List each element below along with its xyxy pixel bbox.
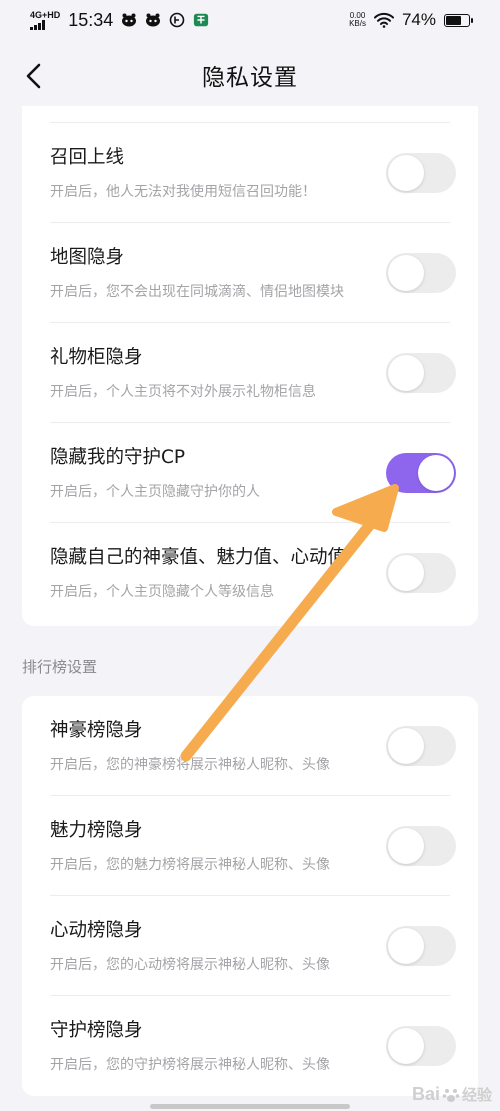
setting-title: 召回上线 <box>50 147 125 168</box>
setting-row: 礼物柜隐身开启后，个人主页将不对外展示礼物柜信息 <box>22 323 478 423</box>
chevron-left-icon <box>26 63 41 89</box>
toggle-knob <box>388 555 424 591</box>
app-logo-icon <box>193 12 209 28</box>
circle-badge-icon <box>169 12 185 28</box>
setting-toggle[interactable] <box>386 1026 456 1066</box>
toggle-knob <box>388 828 424 864</box>
setting-row: 地图隐身开启后，您不会出现在同城滴滴、情侣地图模块 <box>22 223 478 323</box>
setting-title: 心动榜隐身 <box>50 920 143 941</box>
setting-row: 召回上线开启后，他人无法对我使用短信召回功能！ <box>22 123 478 223</box>
status-right: 0.00 KB/s 74% <box>349 10 473 30</box>
watermark-brand: Bai <box>411 1084 440 1104</box>
nav-header: 隐私设置 <box>0 46 500 104</box>
setting-toggle[interactable] <box>386 153 456 193</box>
setting-title: 隐藏自己的神豪值、魅力值、心动值 <box>50 547 347 568</box>
privacy-settings-card: 召回上线 开启后，他人无法对我使用短信召回功能！ 地图隐身 开启后，您不会出现在同城滴… <box>22 106 478 626</box>
setting-description: 开启后，他人无法对我使用短信召回功能！ <box>50 184 316 200</box>
setting-title: 守护榜隐身 <box>50 1020 143 1041</box>
section-label-leaderboard: 排行榜设置 <box>22 658 98 676</box>
battery-fill <box>446 15 461 25</box>
toggle-knob <box>388 155 424 191</box>
network-speed: 0.00 KB/s <box>349 12 366 28</box>
pet-icon <box>145 12 161 28</box>
setting-toggle[interactable] <box>386 926 456 966</box>
setting-description: 开启后，个人主页隐藏个人等级信息 <box>50 584 274 600</box>
setting-row: 心动榜隐身开启后，您的心动榜将展示神秘人昵称、头像 <box>22 896 478 996</box>
watermark: Bai 经验 <box>412 1084 492 1105</box>
speed-unit: KB/s <box>349 19 366 28</box>
battery-percent: 74% <box>401 10 436 29</box>
watermark-suffix: 经验 <box>461 1087 492 1104</box>
setting-description: 开启后，您不会出现在同城滴滴、情侣地图模块 <box>50 284 344 300</box>
setting-description: 开启后，您的心动榜将展示神秘人昵称、头像 <box>50 957 330 973</box>
setting-row: 隐藏我的守护CP 开启后，个人主页隐藏守护你的人 <box>22 423 478 523</box>
signal-icon <box>30 19 45 30</box>
leaderboard-settings-card: 神豪榜隐身开启后，您的神豪榜将展示神秘人昵称、头像魅力榜隐身开启后，您的魅力榜将… <box>22 696 478 1096</box>
setting-title: 地图隐身 <box>50 247 125 268</box>
back-button[interactable] <box>14 56 54 96</box>
setting-toggle[interactable] <box>386 453 456 493</box>
clock: 15:34 <box>68 9 114 30</box>
setting-toggle[interactable] <box>386 253 456 293</box>
status-bar: 4G+HD 15:34 0.00 KB/s 74% <box>0 0 500 40</box>
toggle-knob <box>388 355 424 391</box>
setting-row: 魅力榜隐身开启后，您的魅力榜将展示神秘人昵称、头像 <box>22 796 478 896</box>
setting-description: 开启后，您的神豪榜将展示神秘人昵称、头像 <box>50 757 330 773</box>
setting-description: 开启后，个人主页隐藏守护你的人 <box>50 484 260 500</box>
setting-title: 魅力榜隐身 <box>50 820 143 841</box>
setting-row: 隐藏自己的神豪值、魅力值、心动值开启后，个人主页隐藏个人等级信息 <box>22 523 478 623</box>
toggle-knob <box>388 728 424 764</box>
setting-toggle[interactable] <box>386 826 456 866</box>
toggle-knob <box>388 1028 424 1064</box>
setting-toggle[interactable] <box>386 726 456 766</box>
toggle-knob <box>418 455 454 491</box>
setting-toggle[interactable] <box>386 553 456 593</box>
toggle-knob <box>388 928 424 964</box>
setting-description: 开启后，您的魅力榜将展示神秘人昵称、头像 <box>50 857 330 873</box>
network-indicator: 4G+HD <box>30 9 61 30</box>
setting-title: 隐藏我的守护CP <box>50 447 186 468</box>
pet-icon <box>121 12 137 28</box>
network-type: 4G+HD <box>30 9 61 20</box>
page-title: 隐私设置 <box>202 65 298 91</box>
setting-description: 开启后，您的守护榜将展示神秘人昵称、头像 <box>50 1057 330 1073</box>
home-indicator[interactable] <box>150 1104 350 1109</box>
wifi-icon <box>373 12 394 28</box>
paw-icon <box>442 1086 460 1104</box>
setting-toggle[interactable] <box>386 353 456 393</box>
setting-title: 礼物柜隐身 <box>50 347 143 368</box>
setting-title: 神豪榜隐身 <box>50 720 143 741</box>
setting-row: 守护榜隐身开启后，您的守护榜将展示神秘人昵称、头像 <box>22 996 478 1096</box>
setting-row: 神豪榜隐身开启后，您的神豪榜将展示神秘人昵称、头像 <box>22 696 478 796</box>
battery-icon <box>444 13 473 27</box>
toggle-knob <box>388 255 424 291</box>
setting-description: 开启后，个人主页将不对外展示礼物柜信息 <box>50 384 316 400</box>
status-left: 4G+HD 15:34 <box>30 10 209 31</box>
